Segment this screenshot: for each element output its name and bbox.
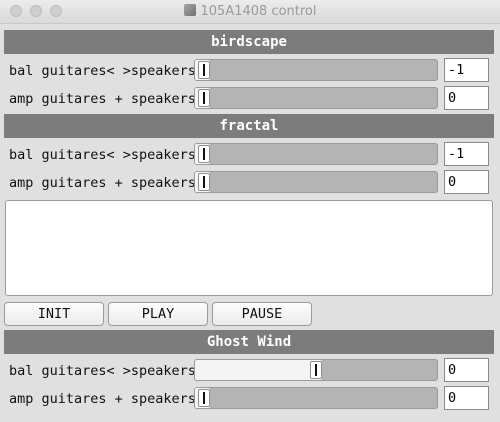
window-title: 105A1408 control [200, 4, 317, 19]
row-label: amp guitares + speakers [9, 175, 196, 191]
row-label: amp guitares + speakers [9, 391, 196, 407]
value-field-bal-ghost-wind[interactable]: 0 [444, 358, 489, 382]
value-field-amp-ghost-wind[interactable]: 0 [444, 386, 489, 410]
play-button[interactable]: PLAY [108, 302, 208, 326]
value-field-bal-fractal[interactable]: -1 [444, 142, 489, 166]
value-field-bal-birdscape[interactable]: -1 [444, 58, 489, 82]
slider-handle[interactable] [198, 61, 210, 79]
row-label: bal guitares< >speakers [9, 63, 196, 79]
window-titlebar: 105A1408 control [0, 0, 500, 24]
slider-handle[interactable] [198, 173, 210, 191]
init-button[interactable]: INIT [4, 302, 104, 326]
slider-handle[interactable] [198, 389, 210, 407]
row-label: bal guitares< >speakers [9, 363, 196, 379]
section-header-fractal: fractal [4, 114, 494, 138]
message-textarea[interactable] [5, 200, 493, 296]
value-field-amp-fractal[interactable]: 0 [444, 170, 489, 194]
slider-handle[interactable] [198, 89, 210, 107]
slider-bal-ghost-wind[interactable] [194, 359, 438, 381]
slider-handle[interactable] [310, 361, 322, 379]
app-icon [183, 4, 196, 16]
value-field-amp-birdscape[interactable]: 0 [444, 86, 489, 110]
row-label: bal guitares< >speakers [9, 147, 196, 163]
slider-bal-fractal[interactable] [194, 143, 438, 165]
section-header-birdscape: birdscape [4, 30, 494, 54]
control-panel: birdscape bal guitares< >speakers -1 amp… [0, 24, 500, 422]
slider-amp-ghost-wind[interactable] [194, 387, 438, 409]
window-title-container: 105A1408 control [0, 4, 500, 19]
slider-bal-birdscape[interactable] [194, 59, 438, 81]
section-header-ghost-wind: Ghost Wind [4, 330, 494, 354]
slider-amp-birdscape[interactable] [194, 87, 438, 109]
slider-handle[interactable] [198, 145, 210, 163]
pause-button[interactable]: PAUSE [212, 302, 312, 326]
row-label: amp guitares + speakers [9, 91, 196, 107]
slider-amp-fractal[interactable] [194, 171, 438, 193]
slider-fill [195, 360, 322, 380]
